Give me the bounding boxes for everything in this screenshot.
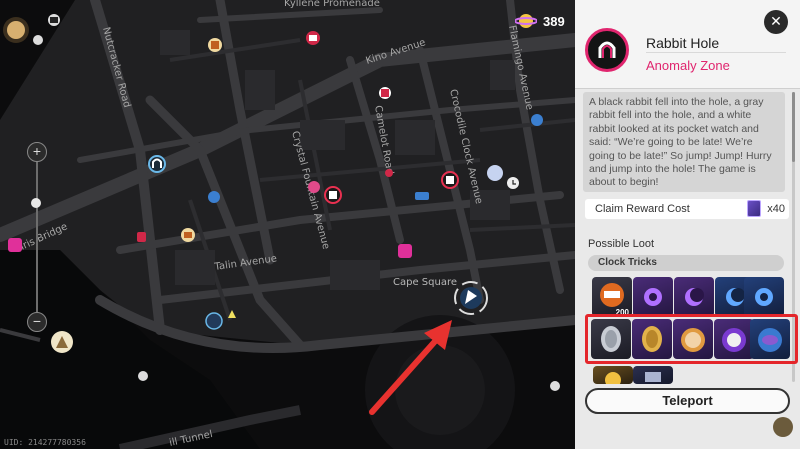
marker-shop-icon[interactable]	[181, 228, 195, 242]
zoom-track[interactable]	[36, 162, 38, 312]
marker-red-icon[interactable]	[385, 169, 393, 177]
marker-blue-icon[interactable]	[531, 114, 543, 126]
purple-gear-icon	[644, 288, 662, 306]
marker-red-icon[interactable]	[137, 232, 146, 242]
close-button[interactable]: ✕	[764, 10, 788, 34]
loot-item[interactable]: 200	[592, 277, 632, 317]
teleport-button[interactable]: Teleport	[585, 388, 790, 414]
header-divider	[646, 52, 786, 53]
loot-section-bar: Clock Tricks	[588, 255, 784, 271]
gold-orb-icon	[605, 372, 621, 384]
marker-red-icon[interactable]	[306, 31, 320, 45]
marker-player-icon[interactable]	[51, 331, 73, 353]
marker-white-icon[interactable]	[138, 371, 148, 381]
claim-reward-cost-row: Claim Reward Cost x40	[585, 199, 789, 219]
marker-shop-icon[interactable]	[208, 38, 222, 52]
close-icon[interactable]: ✕	[770, 13, 782, 29]
zone-description: A black rabbit fell into the hole, a gra…	[583, 92, 785, 192]
marker-magenta-icon[interactable]	[8, 238, 22, 252]
currency-value: 389	[543, 13, 565, 29]
zoom-out-button[interactable]: −	[27, 312, 47, 332]
loot-section-label: Clock Tricks	[598, 257, 657, 268]
marker-red-ring-icon[interactable]	[441, 171, 459, 189]
marker-blue-icon[interactable]	[208, 191, 220, 203]
possible-loot-title: Possible Loot	[588, 238, 655, 250]
zone-type: Anomaly Zone	[646, 58, 730, 73]
scrollbar-thumb[interactable]	[792, 92, 795, 162]
panel-header: Rabbit Hole Anomaly Zone ✕	[575, 0, 800, 89]
marker-white-icon[interactable]	[550, 381, 560, 391]
assistant-avatar-icon[interactable]	[773, 417, 793, 437]
claim-reward-cost: x40	[767, 203, 785, 215]
uid-label: UID: 214277780356	[4, 438, 86, 447]
ticket-icon	[747, 200, 761, 217]
marker-magenta-icon[interactable]	[398, 244, 412, 258]
zoom-control[interactable]: + −	[22, 140, 52, 340]
marker-avatar-icon[interactable]	[487, 165, 503, 181]
claim-reward-label: Claim Reward Cost	[595, 203, 690, 215]
marker-red-icon[interactable]	[379, 87, 391, 99]
loot-highlight-box	[585, 314, 798, 364]
currency-counter: 389	[515, 10, 565, 32]
zoom-in-button[interactable]: +	[27, 142, 47, 162]
marker-clock-icon[interactable]	[507, 177, 519, 189]
map-label-cape: Cape Square	[393, 277, 457, 288]
map-label-kyllene: Kyllene Promenade	[284, 0, 380, 9]
purple-moon-icon	[685, 288, 704, 306]
marker-blue-shoe-icon[interactable]	[415, 192, 429, 200]
marker-white-icon[interactable]	[33, 35, 43, 45]
zoom-slider-handle[interactable]	[31, 198, 41, 208]
rabbit-hole-icon	[585, 28, 629, 72]
loot-item[interactable]	[633, 366, 673, 384]
marker-camera-icon[interactable]	[48, 14, 60, 26]
marker-blue-badge-icon[interactable]	[205, 312, 223, 330]
blue-gear-icon	[755, 288, 773, 306]
marker-pink-icon[interactable]	[308, 181, 320, 193]
loot-item[interactable]	[593, 366, 633, 384]
loot-item[interactable]	[744, 277, 784, 317]
planet-currency-icon	[515, 14, 537, 28]
disc-icon	[645, 372, 661, 382]
zone-title: Rabbit Hole	[646, 35, 720, 51]
marker-red-ring-icon[interactable]	[324, 186, 342, 204]
loot-item[interactable]	[633, 277, 673, 317]
marker-rabbit-hole-icon[interactable]	[148, 155, 166, 173]
loot-item[interactable]	[674, 277, 714, 317]
profile-avatar-icon[interactable]	[3, 17, 29, 43]
